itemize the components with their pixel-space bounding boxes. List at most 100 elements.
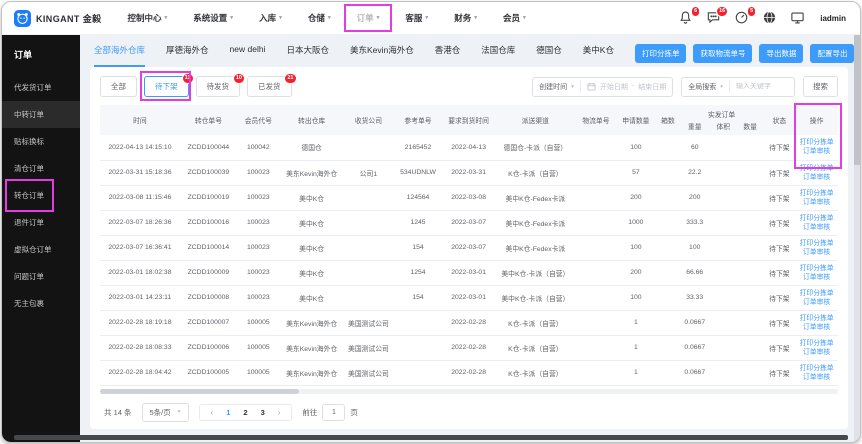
vertical-scrollbar-thumb[interactable]: [854, 35, 860, 165]
tab-germany[interactable]: 德国仓: [536, 44, 562, 65]
cell-weight: 66.66: [679, 260, 710, 286]
cell-boxes: [656, 210, 680, 236]
cell-member: 100023: [236, 210, 280, 236]
gauge-icon[interactable]: 5: [734, 6, 757, 26]
vertical-scrollbar[interactable]: [854, 35, 860, 442]
order-review-link[interactable]: 订单审核: [797, 198, 836, 207]
tab-all-overseas[interactable]: 全部海外仓库: [94, 44, 146, 67]
search-scope-select[interactable]: 全局搜索 ▾: [682, 78, 729, 96]
horizontal-scrollbar[interactable]: [100, 388, 838, 394]
print-pick-link[interactable]: 打印分拣单: [797, 339, 836, 348]
get-tracking-number-button[interactable]: 获取物流单号: [693, 44, 753, 63]
cell-count: [736, 235, 764, 261]
tab-france[interactable]: 法国仓库: [481, 44, 515, 65]
sidebar-item-clearance-orders[interactable]: 清仓订单: [2, 155, 80, 182]
order-review-link[interactable]: 订单审核: [797, 298, 836, 307]
print-pick-link[interactable]: 打印分拣单: [797, 289, 836, 298]
cell-warehouse: 美中K仓: [279, 185, 344, 211]
page-number-1[interactable]: 1: [226, 408, 230, 417]
cell-channel: K仓-卡派（自营）: [494, 335, 577, 361]
cell-time: 2022-03-07 18:26:36: [100, 210, 180, 236]
print-pick-link[interactable]: 打印分拣单: [797, 189, 836, 198]
cell-warehouse: 美东Kevin海外仓: [279, 310, 344, 336]
page-number-2[interactable]: 2: [243, 408, 247, 417]
sidebar-item-dropship-orders[interactable]: 代发货订单: [2, 74, 80, 101]
time-field-select[interactable]: 创建时间 ▾: [533, 78, 580, 96]
tab-japan-osaka[interactable]: 日本大阪仓: [286, 44, 329, 65]
chip-all[interactable]: 全部: [100, 76, 137, 97]
tab-us-mid-k[interactable]: 美中K仓: [583, 44, 614, 65]
next-page-button[interactable]: ›: [278, 408, 281, 417]
order-review-link[interactable]: 订单审核: [797, 223, 836, 232]
order-review-link[interactable]: 订单审核: [797, 348, 836, 357]
page-size-select[interactable]: 5条/页 ▾: [141, 402, 189, 422]
nav-item-orders[interactable]: 订单 ▾: [343, 4, 393, 32]
brand-logo[interactable]: KINGANT 金毅: [14, 9, 102, 27]
globe-icon[interactable]: [762, 10, 778, 26]
print-pick-link[interactable]: 打印分拣单: [797, 364, 836, 373]
sidebar-item-problem-orders[interactable]: 问题订单: [2, 263, 80, 290]
print-pick-link[interactable]: 打印分拣单: [797, 164, 836, 173]
cell-member: 100042: [236, 135, 280, 161]
order-review-link[interactable]: 订单审核: [797, 147, 836, 156]
cell-operation: 打印分拣单 订单审核: [795, 310, 838, 336]
sidebar-item-return-orders[interactable]: 退件订单: [2, 209, 80, 236]
tab-hongkong[interactable]: 香港仓: [435, 44, 461, 65]
cell-operation: 打印分拣单 订单审核: [795, 160, 838, 186]
cell-operation: 打印分拣单 订单审核: [795, 335, 838, 361]
print-pick-link[interactable]: 打印分拣单: [797, 239, 836, 248]
order-review-link[interactable]: 订单审核: [797, 273, 836, 282]
monitor-icon[interactable]: [790, 10, 806, 26]
table-row: 2022-03-07 16:36:41 ZCDD100014 100023 美中K仓 1…: [100, 235, 838, 261]
prev-page-button[interactable]: ‹: [211, 408, 214, 417]
cell-required-time: 2022-03-07: [442, 210, 495, 236]
chip-to-unshelve[interactable]: 待下架 11: [140, 71, 194, 101]
nav-item-finance[interactable]: 财务 ▾: [454, 12, 477, 24]
page-number-3[interactable]: 3: [261, 408, 265, 417]
print-pick-link[interactable]: 打印分拣单: [797, 214, 836, 223]
tab-new-delhi[interactable]: new delhi: [230, 44, 266, 63]
print-picking-list-button[interactable]: 打印分拣单: [634, 44, 687, 63]
nav-item-member[interactable]: 会员 ▾: [503, 12, 526, 24]
nav-item-inbound[interactable]: 入库 ▾: [259, 12, 282, 24]
sidebar-item-unclaimed-packages[interactable]: 无主包裹: [2, 290, 80, 317]
print-pick-link[interactable]: 打印分拣单: [797, 264, 836, 273]
print-pick-link[interactable]: 打印分拣单: [797, 314, 836, 323]
nav-item-control-center[interactable]: 控制中心 ▾: [128, 12, 168, 24]
cell-volume: [709, 260, 737, 286]
chip-to-ship[interactable]: 待发货 10: [195, 73, 245, 97]
date-range-input[interactable]: 开始日期 - 结束日期: [581, 78, 672, 96]
message-icon[interactable]: 16: [706, 6, 729, 26]
order-review-link[interactable]: 订单审核: [797, 173, 836, 182]
tab-us-east-kevin[interactable]: 美东Kevin海外仓: [350, 44, 414, 65]
sidebar-item-transfer-orders[interactable]: 转仓订单: [2, 179, 80, 212]
keyword-input[interactable]: [736, 83, 788, 90]
chip-shipped[interactable]: 已发货 21: [247, 73, 297, 97]
order-review-link[interactable]: 订单审核: [797, 323, 836, 332]
cell-time: 2022-03-08 11:15:46: [100, 185, 180, 211]
username[interactable]: iadmin: [820, 14, 846, 26]
export-data-button[interactable]: 导出数据: [759, 44, 804, 63]
cell-channel: 美中K仓-Fedex卡派: [494, 235, 577, 261]
filter-controls: 创建时间 ▾ 开始日期 - 结束日期 全局搜索 ▾ 输入关键字 搜索: [532, 76, 838, 97]
nav-item-warehouse[interactable]: 仓储 ▾: [308, 12, 331, 24]
print-pick-link[interactable]: 打印分拣单: [797, 138, 836, 147]
sidebar-item-transit-orders[interactable]: 中转订单: [2, 101, 80, 128]
search-button[interactable]: 搜索: [803, 76, 838, 97]
cell-weight: 60: [679, 135, 710, 161]
order-review-link[interactable]: 订单审核: [797, 248, 836, 257]
sidebar-item-virtual-warehouse-orders[interactable]: 虚拟仓订单: [2, 236, 80, 263]
date-separator: -: [631, 83, 635, 90]
export-config-button[interactable]: 配置导出: [810, 44, 855, 63]
nav-item-system-settings[interactable]: 系统设置 ▾: [193, 12, 233, 24]
bell-icon[interactable]: 6: [678, 6, 701, 26]
sidebar-item-relabel[interactable]: 贴标换标: [2, 128, 80, 155]
horizontal-scrollbar-thumb[interactable]: [100, 388, 300, 394]
tab-houde[interactable]: 厚德海外仓: [166, 44, 209, 65]
nav-item-customer-service[interactable]: 客服 ▾: [405, 12, 428, 24]
cell-channel: 美中K仓-Fedex卡派: [494, 185, 577, 211]
cell-company: [343, 135, 394, 161]
order-review-link[interactable]: 订单审核: [797, 373, 836, 382]
goto-page-input[interactable]: [322, 403, 346, 421]
cell-volume: [709, 360, 737, 386]
